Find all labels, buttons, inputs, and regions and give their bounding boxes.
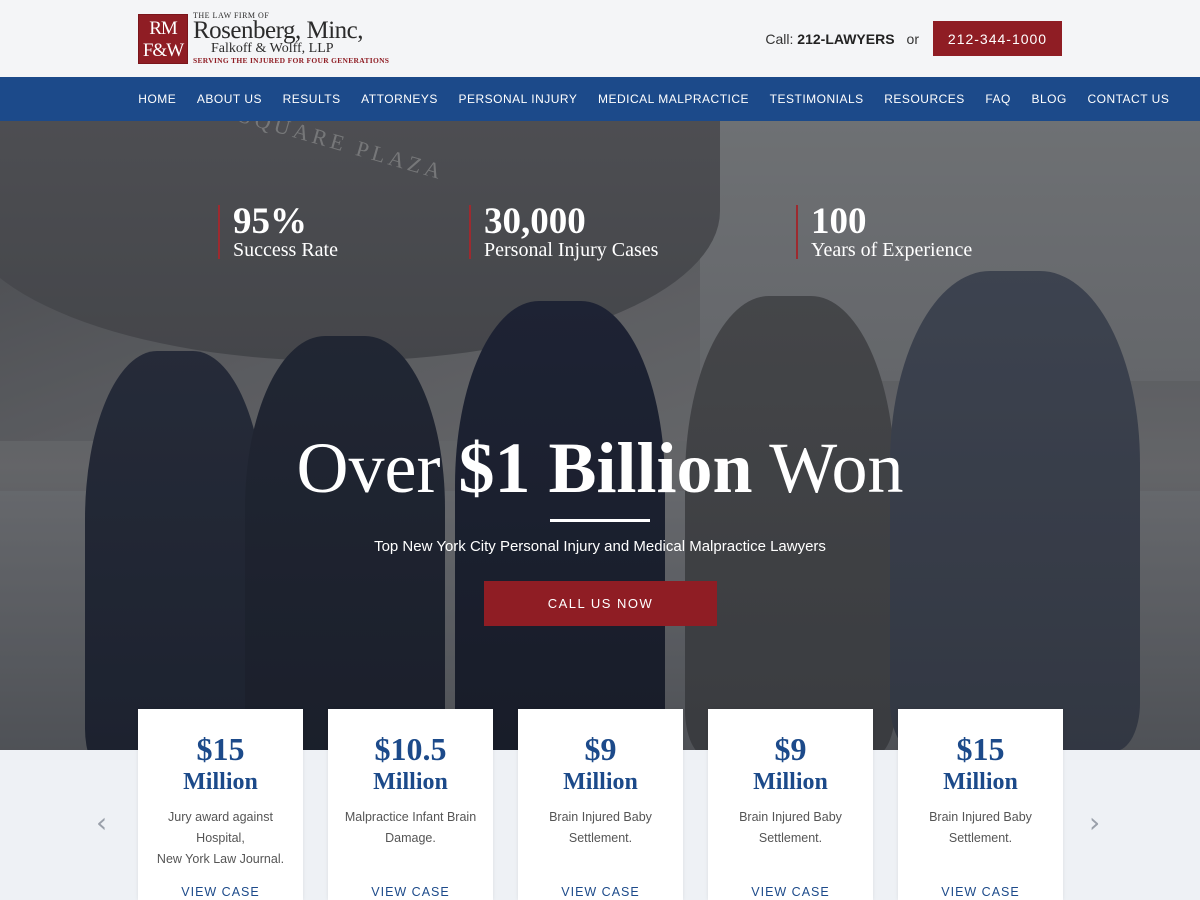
view-case-link[interactable]: View Case — [518, 884, 683, 900]
result-description: Jury award against Hospital, New York La… — [156, 810, 285, 866]
carousel-next-arrow-icon[interactable]: › — [1089, 806, 1100, 839]
nav-item-about-us[interactable]: About Us — [187, 92, 273, 106]
nav-item-attorneys[interactable]: Attorneys — [351, 92, 448, 106]
nav-item-home[interactable]: Home — [128, 92, 187, 106]
stat-number: 95% — [233, 201, 307, 242]
hero-subtitle: Top New York City Personal Injury and Me… — [374, 538, 826, 555]
nav-item-personal-injury[interactable]: Personal Injury — [448, 92, 587, 106]
result-unit: Million — [563, 769, 638, 795]
nav-item-results[interactable]: Results — [272, 92, 351, 106]
stat-years: 100 Years of Experience — [796, 201, 973, 261]
stat-label: Success Rate — [233, 239, 338, 261]
stat-cases: 30,000 Personal Injury Cases — [469, 201, 659, 261]
result-card: $10.5 Million Malpractice Infant Brain D… — [328, 709, 493, 900]
view-case-link[interactable]: View Case — [898, 884, 1063, 900]
stat-label: Years of Experience — [811, 239, 973, 261]
logo-monogram: RM F&W — [138, 13, 188, 64]
logo-wordmark: The Law Firm of Rosenberg, Minc, Falkoff… — [193, 12, 390, 66]
result-unit: Million — [183, 769, 258, 795]
logo-big-text: Rosenberg, Minc, — [193, 17, 364, 44]
firm-logo[interactable]: RM F&W The Law Firm of Rosenberg, Minc, … — [138, 12, 389, 65]
nav-list: Home About Us Results Attorneys Personal… — [128, 77, 1180, 121]
result-unit: Million — [753, 769, 828, 795]
result-card: $15 Million Brain Injured Baby Settlemen… — [898, 709, 1063, 900]
vanity-number[interactable]: 212-LAWYERS — [797, 31, 894, 47]
headline-divider — [550, 519, 650, 522]
result-card: $9 Million Brain Injured Baby Settlement… — [708, 709, 873, 900]
stat-success-rate: 95% Success Rate — [218, 201, 338, 261]
view-case-link[interactable]: View Case — [328, 884, 493, 900]
nav-item-medical-malpractice[interactable]: Medical Malpractice — [588, 92, 760, 106]
nav-item-resources[interactable]: Resources — [874, 92, 975, 106]
site-header: RM F&W The Law Firm of Rosenberg, Minc, … — [0, 0, 1200, 77]
phone-button[interactable]: 212-344-1000 — [933, 21, 1062, 56]
result-description: Malpractice Infant Brain Damage. — [344, 810, 477, 845]
result-card: $15 Million Jury award against Hospital,… — [138, 709, 303, 900]
result-unit: Million — [943, 769, 1018, 795]
result-description: Brain Injured Baby Settlement. — [549, 810, 652, 845]
result-amount: $9 — [774, 731, 807, 767]
carousel-prev-arrow-icon[interactable]: ‹ — [96, 806, 107, 839]
call-vanity-number[interactable]: Call: 212-LAWYERS — [765, 31, 894, 47]
headline-pre: Over — [296, 428, 459, 508]
logo-tagline: Serving the Injured for Four Generations — [193, 56, 390, 65]
result-amount: $9 — [584, 731, 617, 767]
result-description: Brain Injured Baby Settlement. — [929, 810, 1032, 845]
call-or-text: or — [906, 30, 919, 47]
stat-label: Personal Injury Cases — [484, 239, 659, 261]
hero-headline: Over $1 Billion Won — [0, 423, 1200, 513]
nav-item-contact-us[interactable]: Contact Us — [1077, 92, 1180, 106]
nav-item-faq[interactable]: FAQ — [975, 92, 1021, 106]
nav-item-testimonials[interactable]: Testimonials — [759, 92, 874, 106]
main-nav: Home About Us Results Attorneys Personal… — [0, 77, 1200, 121]
result-amount: $15 — [196, 731, 245, 767]
result-amount: $15 — [956, 731, 1005, 767]
view-case-link[interactable]: View Case — [138, 884, 303, 900]
hero-banner: PERSHING SQUARE PLAZA 95% Success Rate 3… — [0, 121, 1200, 750]
result-card: $9 Million Brain Injured Baby Settlement… — [518, 709, 683, 900]
call-area: Call: 212-LAWYERS or 212-344-1000 — [765, 21, 1062, 56]
logo-mid-text: Falkoff & Wolff, LLP — [211, 41, 334, 56]
logo-monogram-text: RM F&W — [142, 17, 184, 61]
nav-item-blog[interactable]: Blog — [1021, 92, 1077, 106]
view-case-link[interactable]: View Case — [708, 884, 873, 900]
call-us-now-button[interactable]: Call Us Now — [484, 581, 717, 626]
result-unit: Million — [373, 769, 448, 795]
headline-post: Won — [752, 428, 904, 508]
result-description: Brain Injured Baby Settlement. — [739, 810, 842, 845]
result-amount: $10.5 — [374, 731, 447, 767]
stat-number: 30,000 — [484, 201, 586, 242]
stat-number: 100 — [811, 201, 867, 242]
call-label: Call: — [765, 30, 794, 47]
headline-bold: $1 Billion — [458, 428, 753, 508]
